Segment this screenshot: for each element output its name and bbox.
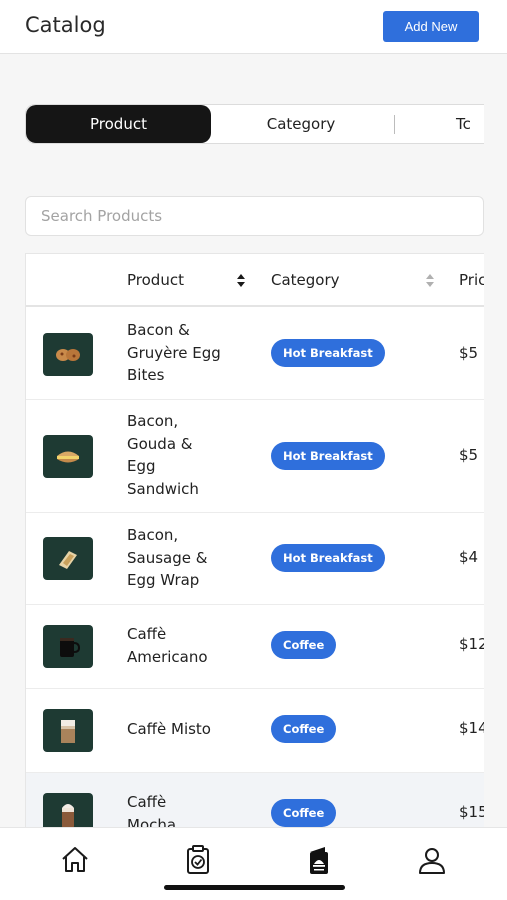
catalog-segmented-control: Product Category Tc xyxy=(25,104,484,144)
segment-category[interactable]: Category xyxy=(211,105,391,143)
column-header-category[interactable]: Category xyxy=(271,271,340,289)
segment-divider xyxy=(394,115,395,134)
profile-icon[interactable] xyxy=(416,844,448,876)
category-badge: Hot Breakfast xyxy=(271,442,385,470)
category-badge: Coffee xyxy=(271,715,337,743)
wrap-icon xyxy=(43,537,93,580)
sandwich-icon xyxy=(43,435,93,478)
products-table: Product Category Pric Bacon & Gruyère Eg… xyxy=(25,253,484,833)
product-price: $4 xyxy=(459,548,479,566)
product-name: Caffè Misto xyxy=(127,720,211,738)
latte-cup-icon xyxy=(43,709,93,752)
table-row[interactable]: Bacon & Gruyère Egg Bites Hot Breakfast … xyxy=(26,309,484,400)
product-name: Caffè Americano xyxy=(127,625,208,666)
column-header-price[interactable]: Pric xyxy=(459,271,484,289)
table-row[interactable]: Caffè Americano Coffee $12 xyxy=(26,605,484,689)
table-row[interactable]: Caffè Mocha Coffee $15 xyxy=(26,773,484,833)
table-header: Product Category Pric xyxy=(26,254,484,307)
segment-third[interactable]: Tc xyxy=(456,105,484,143)
catalog-menu-icon[interactable] xyxy=(303,844,335,876)
sort-icon[interactable] xyxy=(425,273,435,288)
segment-product[interactable]: Product xyxy=(26,105,211,143)
product-price: $5 xyxy=(459,344,479,362)
product-name: Bacon & Gruyère Egg Bites xyxy=(127,321,221,384)
table-row[interactable]: Bacon, Sausage & Egg Wrap Hot Breakfast … xyxy=(26,513,484,605)
column-header-product[interactable]: Product xyxy=(127,271,184,289)
product-price: $14 xyxy=(459,719,484,737)
category-badge: Hot Breakfast xyxy=(271,339,385,367)
category-badge: Coffee xyxy=(271,631,337,659)
black-coffee-cup-icon xyxy=(43,625,93,668)
page-title: Catalog xyxy=(25,13,106,37)
product-price: $12 xyxy=(459,635,484,653)
add-new-button[interactable]: Add New xyxy=(383,11,479,42)
app-header: Catalog Add New xyxy=(0,0,507,54)
sort-icon[interactable] xyxy=(236,273,246,288)
home-icon[interactable] xyxy=(59,844,91,876)
orders-clipboard-icon[interactable] xyxy=(182,844,214,876)
table-row[interactable]: Bacon, Gouda & Egg Sandwich Hot Breakfas… xyxy=(26,400,484,513)
home-indicator xyxy=(164,885,345,890)
product-price: $15 xyxy=(459,803,484,821)
category-badge: Hot Breakfast xyxy=(271,544,385,572)
product-price: $5 xyxy=(459,446,479,464)
product-name: Bacon, Sausage & Egg Wrap xyxy=(127,526,208,589)
table-row[interactable]: Caffè Misto Coffee $14 xyxy=(26,689,484,773)
category-badge: Coffee xyxy=(271,799,337,827)
search-input[interactable] xyxy=(25,196,484,236)
egg-bites-icon xyxy=(43,333,93,376)
product-name: Bacon, Gouda & Egg Sandwich xyxy=(127,412,199,498)
